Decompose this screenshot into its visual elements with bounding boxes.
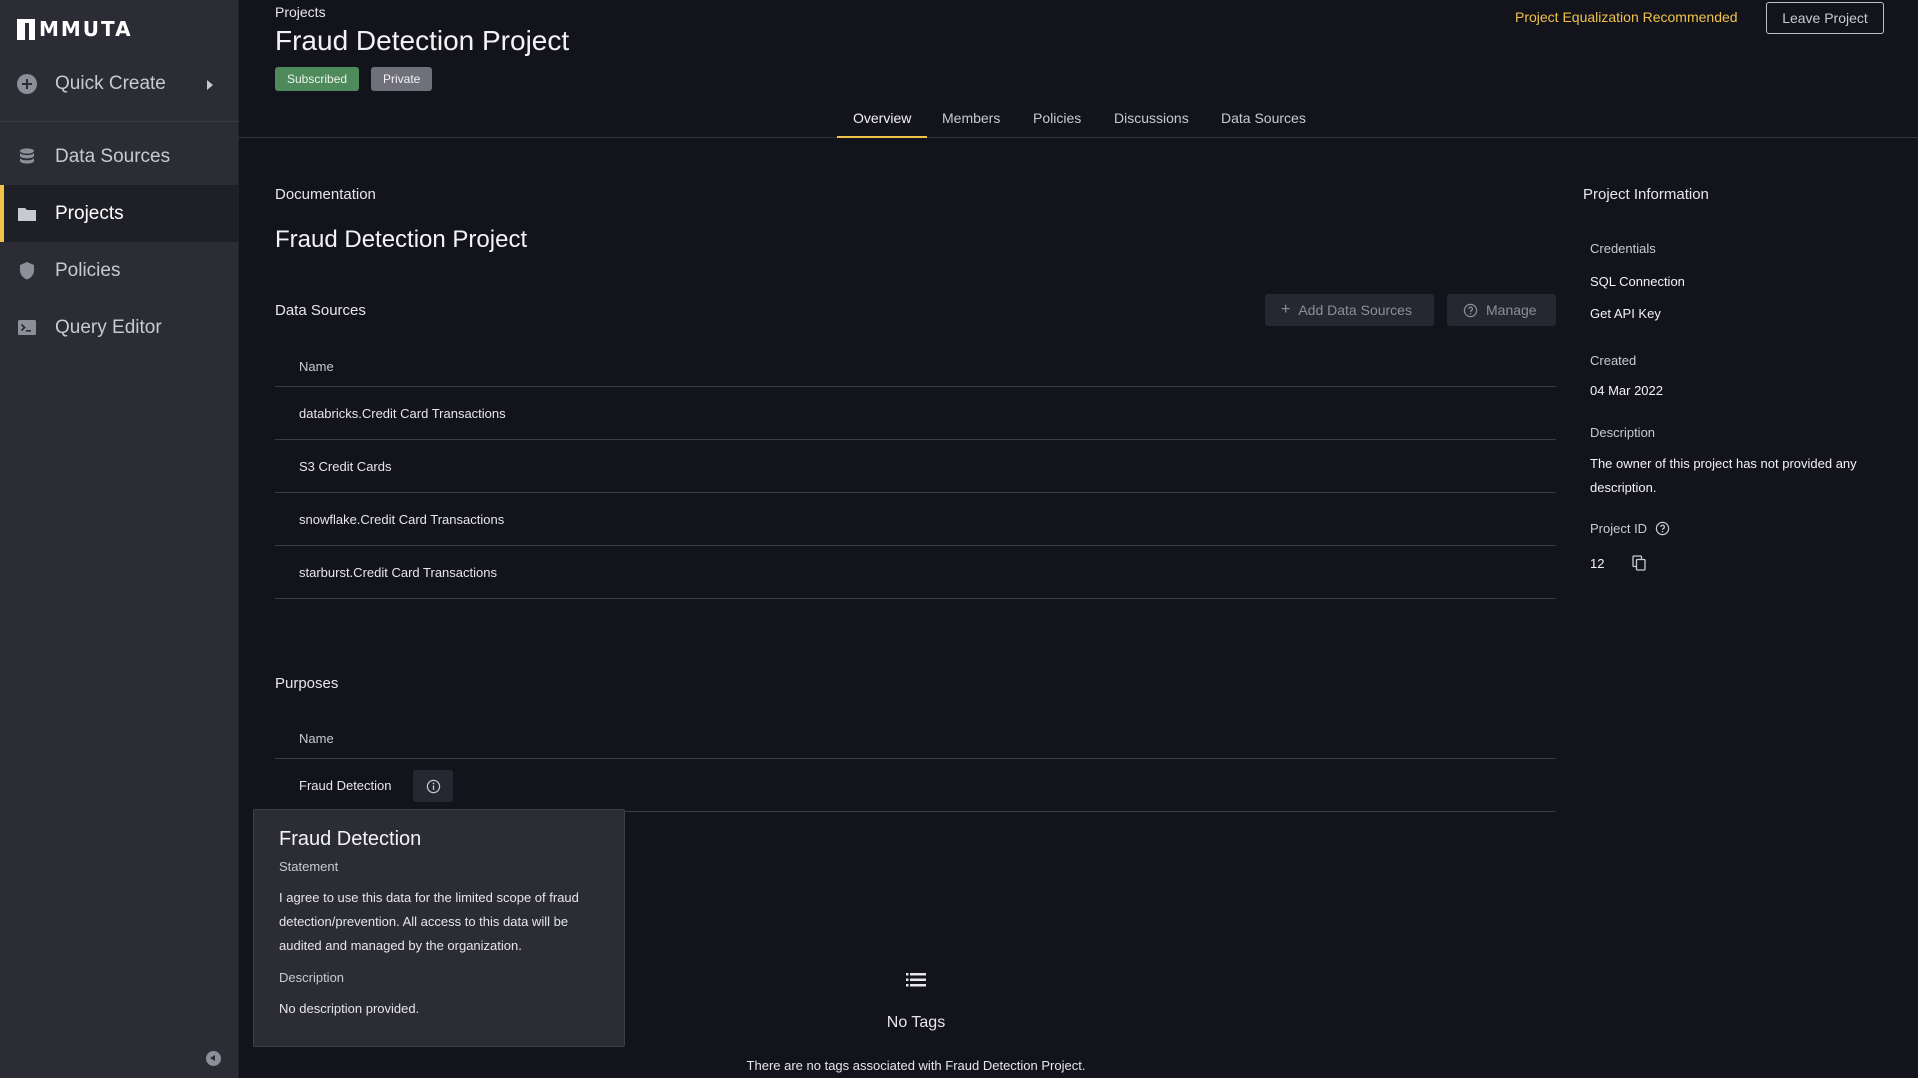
private-badge: Private bbox=[371, 67, 433, 91]
breadcrumb[interactable]: Projects bbox=[275, 4, 326, 20]
description-label: Description bbox=[1590, 425, 1656, 440]
help-circle-icon bbox=[1463, 303, 1478, 317]
equalization-notice[interactable]: Project Equalization Recommended bbox=[1515, 9, 1738, 25]
add-data-sources-button[interactable]: + Add Data Sources bbox=[1265, 294, 1434, 326]
tooltip-description: No description provided. bbox=[279, 1001, 420, 1016]
logo-text: MMUTA bbox=[39, 17, 133, 41]
immuta-logo[interactable]: MMUTA bbox=[17, 17, 133, 41]
table-row[interactable]: snowflake.Credit Card Transactions bbox=[275, 493, 1556, 546]
table-row[interactable]: Fraud Detection bbox=[275, 759, 1556, 812]
table-row[interactable]: starburst.Credit Card Transactions bbox=[275, 546, 1556, 599]
sql-connection-link[interactable]: SQL Connection bbox=[1590, 274, 1685, 289]
tooltip-description-label: Description bbox=[279, 970, 345, 985]
data-sources-table: Name databricks.Credit Card Transactions… bbox=[275, 347, 1556, 599]
shield-icon bbox=[20, 261, 34, 279]
get-api-key-link[interactable]: Get API Key bbox=[1590, 306, 1661, 321]
data-source-name[interactable]: starburst.Credit Card Transactions bbox=[299, 565, 497, 580]
folder-icon bbox=[18, 207, 36, 221]
no-tags-text: There are no tags associated with Fraud … bbox=[746, 1058, 1086, 1073]
data-source-name[interactable]: databricks.Credit Card Transactions bbox=[299, 406, 506, 421]
sidebar-item-label: Data Sources bbox=[55, 145, 171, 167]
terminal-icon bbox=[18, 319, 36, 335]
data-source-name[interactable]: S3 Credit Cards bbox=[299, 459, 391, 474]
info-icon bbox=[426, 779, 440, 793]
documentation-title: Fraud Detection Project bbox=[275, 226, 528, 253]
sidebar-item-label: Projects bbox=[55, 202, 124, 224]
manage-button[interactable]: Manage bbox=[1447, 294, 1556, 326]
project-id-row: Project ID bbox=[1590, 521, 1670, 536]
purpose-tooltip: Fraud Detection Statement I agree to use… bbox=[253, 809, 625, 1047]
tooltip-statement-label: Statement bbox=[279, 859, 339, 874]
table-row[interactable]: databricks.Credit Card Transactions bbox=[275, 387, 1556, 440]
purposes-table: Name Fraud Detection bbox=[275, 719, 1556, 812]
tooltip-title: Fraud Detection bbox=[279, 828, 422, 850]
plus-circle-icon bbox=[17, 74, 37, 94]
project-description: The owner of this project has not provid… bbox=[1590, 456, 1857, 495]
sidebar-item-policies[interactable]: Policies bbox=[0, 242, 239, 299]
table-row[interactable]: S3 Credit Cards bbox=[275, 440, 1556, 493]
documentation-label: Documentation bbox=[275, 186, 376, 203]
data-source-name[interactable]: snowflake.Credit Card Transactions bbox=[299, 512, 504, 527]
tooltip-statement: I agree to use this data for the limited… bbox=[279, 890, 579, 953]
created-date: 04 Mar 2022 bbox=[1590, 383, 1663, 398]
data-sources-label: Data Sources bbox=[275, 302, 366, 319]
tab-data-sources[interactable]: Data Sources bbox=[1221, 110, 1306, 138]
project-id-value-row: 12 bbox=[1590, 555, 1647, 571]
purposes-label: Purposes bbox=[275, 675, 339, 692]
created-label: Created bbox=[1590, 353, 1637, 368]
table-header-name: Name bbox=[275, 719, 1556, 759]
copy-icon[interactable] bbox=[1632, 555, 1647, 571]
help-circle-icon[interactable] bbox=[1655, 521, 1670, 536]
plus-icon: + bbox=[1281, 301, 1291, 318]
purpose-name: Fraud Detection bbox=[299, 778, 392, 793]
tab-members[interactable]: Members bbox=[942, 110, 1000, 138]
sidebar-divider bbox=[0, 121, 239, 122]
leave-project-button[interactable]: Leave Project bbox=[1766, 2, 1884, 34]
quick-create-button[interactable]: Quick Create bbox=[0, 62, 239, 106]
project-id-value: 12 bbox=[1590, 555, 1605, 571]
caret-right-icon bbox=[207, 80, 213, 90]
sidebar: MMUTA Quick Create Data Sources Projects… bbox=[0, 0, 239, 1078]
page-title: Fraud Detection Project bbox=[275, 25, 570, 56]
project-information-title: Project Information bbox=[1583, 186, 1709, 203]
manage-label: Manage bbox=[1486, 302, 1537, 318]
sidebar-item-query-editor[interactable]: Query Editor bbox=[0, 299, 239, 356]
subscribed-badge: Subscribed bbox=[275, 67, 360, 91]
sidebar-item-label: Policies bbox=[55, 259, 121, 281]
purpose-info-button[interactable] bbox=[413, 770, 453, 802]
tab-policies[interactable]: Policies bbox=[1033, 110, 1081, 138]
add-data-sources-label: Add Data Sources bbox=[1298, 302, 1412, 318]
project-id-label: Project ID bbox=[1590, 521, 1648, 536]
quick-create-label: Quick Create bbox=[55, 73, 166, 94]
sidebar-item-projects[interactable]: Projects bbox=[0, 185, 239, 242]
logo-mark-icon bbox=[17, 18, 35, 40]
sidebar-item-label: Query Editor bbox=[55, 316, 162, 338]
tab-bar: Overview Members Policies Discussions Da… bbox=[239, 104, 1918, 138]
table-header-name: Name bbox=[275, 347, 1556, 387]
tab-discussions[interactable]: Discussions bbox=[1114, 110, 1189, 138]
credentials-label: Credentials bbox=[1590, 241, 1656, 256]
sidebar-item-data-sources[interactable]: Data Sources bbox=[0, 128, 239, 185]
database-icon bbox=[20, 147, 34, 164]
tab-overview[interactable]: Overview bbox=[836, 110, 928, 138]
list-icon bbox=[906, 973, 926, 987]
